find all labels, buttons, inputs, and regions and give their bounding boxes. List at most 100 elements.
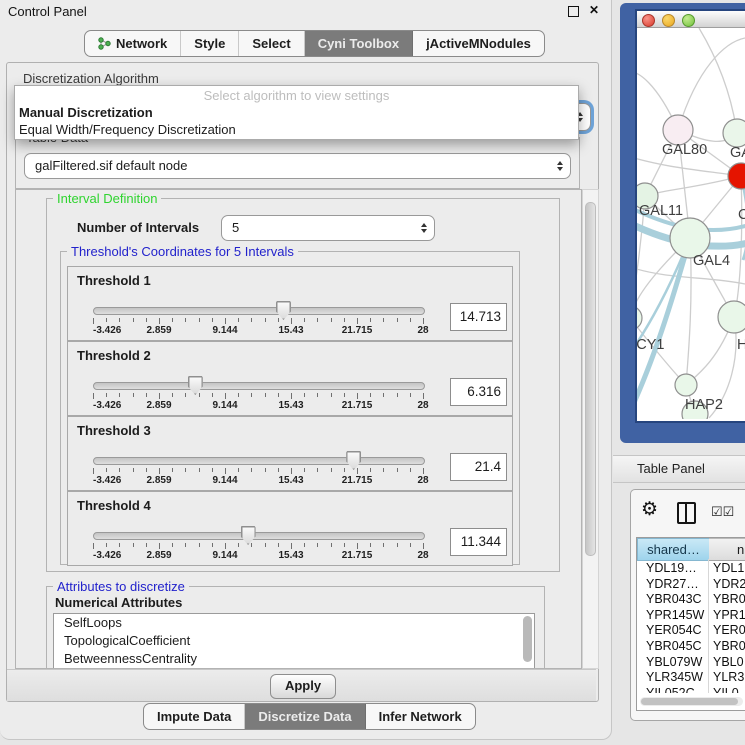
dropdown-option-equal-width-frequency[interactable]: Equal Width/Frequency Discretization bbox=[15, 121, 578, 138]
minimize-traffic-light-icon[interactable] bbox=[662, 14, 675, 27]
table-data-combobox[interactable]: galFiltered.sif default node bbox=[24, 153, 571, 179]
columns-icon[interactable] bbox=[677, 502, 696, 524]
threshold-value-field[interactable]: 11.344 bbox=[450, 528, 507, 556]
numerical-attributes-list[interactable]: SelfLoopsTopologicalCoefficientBetweenne… bbox=[53, 613, 535, 669]
table-row[interactable]: YBR043CYBR0 bbox=[637, 592, 745, 608]
slider-tick bbox=[93, 543, 94, 549]
slider-tick bbox=[146, 318, 147, 322]
dropdown-prompt[interactable]: Select algorithm to view settings bbox=[15, 86, 578, 104]
slider-tick bbox=[159, 468, 160, 474]
slider-tick bbox=[370, 543, 371, 547]
slider-tick bbox=[212, 543, 213, 547]
dropdown-option-manual-discretization[interactable]: Manual Discretization bbox=[15, 104, 578, 121]
close-icon[interactable]: ✕ bbox=[589, 3, 599, 17]
slider-thumb[interactable] bbox=[241, 526, 256, 545]
column-header-name[interactable]: n bbox=[709, 538, 745, 561]
table-row[interactable]: YIL052CYIL0 bbox=[637, 686, 745, 693]
slider-scale-label: 28 bbox=[417, 325, 428, 336]
network-canvas[interactable]: GAL80GAGAL11CGAL4GCY1HHAP2 bbox=[637, 28, 745, 419]
slider-tick bbox=[410, 318, 411, 322]
network-node[interactable] bbox=[718, 301, 745, 333]
network-node[interactable] bbox=[675, 374, 697, 396]
horizontal-scrollbar[interactable] bbox=[640, 697, 743, 706]
slider-tick bbox=[238, 543, 239, 547]
combo-spinner-icon bbox=[557, 161, 563, 171]
slider-tick bbox=[344, 393, 345, 397]
table-row[interactable]: YBR045CYBR0 bbox=[637, 639, 745, 655]
slider-tick bbox=[119, 393, 120, 397]
bottom-tab-discretize-data[interactable]: Discretize Data bbox=[245, 704, 365, 729]
tab-cyni-toolbox[interactable]: Cyni Toolbox bbox=[305, 31, 413, 56]
attributes-group-title: Attributes to discretize bbox=[53, 579, 189, 594]
zoom-traffic-light-icon[interactable] bbox=[682, 14, 695, 27]
list-scrollbar-thumb[interactable] bbox=[523, 616, 532, 662]
table-row[interactable]: YBL079WYBL0 bbox=[637, 655, 745, 671]
slider-tick bbox=[331, 318, 332, 322]
slider-scale-label: 2.859 bbox=[146, 400, 171, 411]
slider-thumb[interactable] bbox=[188, 376, 203, 395]
slider-scale-label: -3.426 bbox=[93, 400, 121, 411]
slider-tick bbox=[225, 318, 226, 324]
table-row[interactable]: YDL19…YDL1 bbox=[637, 561, 745, 577]
table-panel-header: Table Panel bbox=[613, 455, 745, 483]
cell-shared-name: YBL079W bbox=[646, 655, 702, 669]
close-traffic-light-icon[interactable] bbox=[642, 14, 655, 27]
gear-icon[interactable]: ⚙ bbox=[641, 498, 658, 521]
apply-button[interactable]: Apply bbox=[270, 674, 336, 699]
slider-tick bbox=[212, 318, 213, 322]
tab-style[interactable]: Style bbox=[181, 31, 239, 56]
attribute-item-selfloops[interactable]: SelfLoops bbox=[54, 614, 534, 632]
slider-tick bbox=[410, 393, 411, 397]
table-row[interactable]: YLR345WYLR3 bbox=[637, 670, 745, 686]
network-tab-icon bbox=[98, 37, 111, 50]
tab-jactivemnodules[interactable]: jActiveMNodules bbox=[413, 31, 544, 56]
slider-track[interactable] bbox=[93, 307, 425, 315]
slider-tick bbox=[317, 543, 318, 547]
slider-tick bbox=[344, 318, 345, 322]
vertical-scrollbar[interactable] bbox=[582, 189, 599, 669]
column-header-shared[interactable]: shared… bbox=[637, 538, 710, 561]
threshold-value-field[interactable]: 21.4 bbox=[450, 453, 507, 481]
cell-shared-name: YIL052C bbox=[646, 686, 695, 693]
network-node[interactable] bbox=[728, 163, 745, 189]
slider-tick bbox=[199, 468, 200, 472]
network-node[interactable] bbox=[670, 218, 710, 258]
slider-scale-label: 2.859 bbox=[146, 550, 171, 561]
slider-track[interactable] bbox=[93, 532, 425, 540]
attribute-item-topologicalcoefficient[interactable]: TopologicalCoefficient bbox=[54, 632, 534, 650]
network-node-label: GA bbox=[730, 145, 745, 161]
network-node[interactable] bbox=[723, 119, 745, 147]
horizontal-scrollbar-thumb[interactable] bbox=[641, 698, 738, 705]
vertical-scrollbar-thumb[interactable] bbox=[585, 202, 596, 556]
network-node-label: C bbox=[738, 207, 745, 223]
table-row[interactable]: YER054CYER0 bbox=[637, 623, 745, 639]
bottom-tab-impute-data[interactable]: Impute Data bbox=[144, 704, 245, 729]
threshold-value-field[interactable]: 14.713 bbox=[450, 303, 507, 331]
table-row[interactable]: YPR145WYPR1 bbox=[637, 608, 745, 624]
table-row[interactable]: YDR27…YDR2 bbox=[637, 577, 745, 593]
select-checkboxes-icon[interactable]: ☑☑ bbox=[711, 504, 734, 520]
float-window-icon[interactable] bbox=[568, 6, 579, 17]
slider-tick bbox=[251, 543, 252, 547]
table-panel-body: ⚙ ☑☑ shared… n YDL19…YDL1YDR27…YDR2YBR04… bbox=[630, 489, 745, 721]
slider-tick bbox=[370, 318, 371, 322]
tab-network[interactable]: Network bbox=[85, 31, 181, 56]
bottom-tab-infer-network[interactable]: Infer Network bbox=[366, 704, 475, 729]
slider-track[interactable] bbox=[93, 457, 425, 465]
slider-tick bbox=[172, 318, 173, 322]
attribute-item-betweennesscentrality[interactable]: BetweennessCentrality bbox=[54, 650, 534, 668]
slider-thumb[interactable] bbox=[346, 451, 361, 470]
slider-tick bbox=[383, 468, 384, 472]
cell-shared-name: YLR345W bbox=[646, 670, 703, 684]
network-node[interactable] bbox=[637, 306, 642, 330]
number-of-intervals-combobox[interactable]: 5 bbox=[221, 215, 435, 241]
slider-track[interactable] bbox=[93, 382, 425, 390]
threshold-value-field[interactable]: 6.316 bbox=[450, 378, 507, 406]
network-node[interactable] bbox=[663, 115, 693, 145]
slider-scale-label: 15.43 bbox=[278, 550, 303, 561]
slider-tick bbox=[146, 393, 147, 397]
slider-tick bbox=[410, 543, 411, 547]
table-rows: YDL19…YDL1YDR27…YDR2YBR043CYBR0YPR145WYP… bbox=[637, 561, 745, 693]
tab-select[interactable]: Select bbox=[239, 31, 304, 56]
slider-tick bbox=[291, 468, 292, 474]
